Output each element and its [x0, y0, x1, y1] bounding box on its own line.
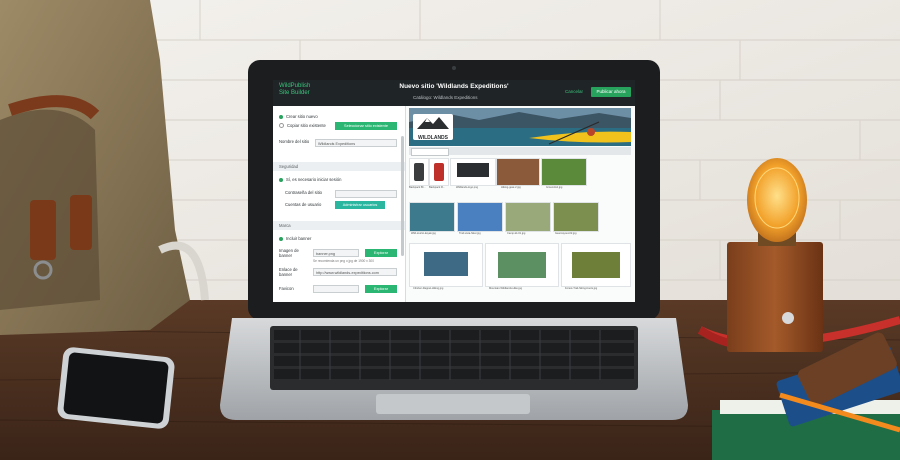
caption: Backpack Bl...: [409, 186, 426, 189]
thumb-kayak[interactable]: [409, 202, 455, 232]
option-existing-label: Copiar sitio existente: [287, 123, 326, 128]
caption: Backpack R...: [429, 186, 446, 189]
option-new-label: Crear sitio nuevo: [286, 114, 318, 119]
password-required-option[interactable]: Sí, es necesario iniciar sesión: [279, 177, 341, 182]
publish-button[interactable]: Publicar ahora: [591, 87, 631, 97]
favicon-label: Favicon: [279, 286, 294, 291]
thumb-hiking-gear[interactable]: [496, 158, 540, 186]
banner-image-label: Imagen de banner: [279, 248, 299, 258]
user-accounts-label: Cuentas de usuario: [285, 202, 322, 207]
thumb-forest-trail[interactable]: [561, 243, 631, 287]
logo-text: WILDLANDS: [418, 135, 448, 141]
section-security: Seguridad: [273, 162, 405, 171]
banner-image-field[interactable]: banner.png: [313, 249, 359, 257]
gallery-filter-select[interactable]: [411, 148, 449, 156]
include-banner-toggle[interactable]: Incluir banner: [279, 236, 311, 241]
caption: Trail-vista-hiker.jpg: [459, 232, 481, 235]
thumb-trail-vista[interactable]: [457, 202, 503, 232]
caption: Mountain-Wildlands-Hike.jpg: [489, 287, 523, 290]
caption: Wildlands-logo.png: [456, 186, 479, 189]
thumb-mountain-hike[interactable]: [485, 243, 559, 287]
caption: Ground-kit.jpg: [546, 186, 563, 189]
laptop-screen: WildPublish Site Builder Nuevo sitio 'Wi…: [273, 80, 635, 302]
banner-link-field[interactable]: http://www.wildlands-expeditions.com: [313, 268, 397, 276]
favicon-field[interactable]: [313, 285, 359, 293]
site-password-field[interactable]: [335, 190, 397, 198]
banner-browse-button[interactable]: Explorar: [365, 249, 397, 257]
option-new-site[interactable]: Crear sitio nuevo: [279, 114, 318, 119]
password-required-label: Sí, es necesario iniciar sesión: [286, 177, 342, 182]
banner-hint: Se recomienda un png o jpg de 1900 x 300: [313, 259, 374, 263]
radio-selected-icon: [279, 114, 283, 119]
trackpad: [376, 394, 530, 414]
preview-panel: WILDLANDS Backpack Bl... Backpack R... W…: [406, 106, 635, 302]
banner-link-label: Enlace de banner: [279, 267, 298, 277]
caption: Forest-Trail-hiking-boots.jpg: [565, 287, 598, 290]
thumb-ground-kit[interactable]: [541, 158, 587, 186]
app-topbar: WildPublish Site Builder Nuevo sitio 'Wi…: [273, 80, 635, 106]
manage-users-button[interactable]: Administrar usuarios: [335, 201, 385, 209]
brand-line2: Site Builder: [279, 90, 310, 96]
thumb-camp-kit[interactable]: [505, 202, 551, 232]
thumb-backpack-black[interactable]: [409, 158, 429, 186]
radio-empty-icon: [279, 123, 284, 129]
mountain-icon: [417, 117, 449, 129]
site-name-label: Nombre del sitio: [279, 139, 310, 144]
radio-selected-icon: [279, 177, 283, 182]
thumb-climber[interactable]: [409, 243, 483, 287]
existing-site-dropdown[interactable]: Seleccionar sitio existente: [335, 122, 397, 130]
wildlands-logo: WILDLANDS: [413, 114, 453, 141]
settings-panel: Crear sitio nuevo Copiar sitio existente…: [273, 106, 406, 302]
thumb-backpack-red[interactable]: [429, 158, 449, 186]
include-banner-label: Incluir banner: [286, 236, 312, 241]
favicon-browse-button[interactable]: Explorar: [365, 285, 397, 293]
caption: Hiking-gear-2.jpg: [501, 186, 521, 189]
cancel-button[interactable]: Cancelar: [565, 89, 583, 94]
banner-preview: WILDLANDS: [409, 108, 631, 146]
section-branding: Marca: [273, 221, 405, 230]
caption: Climber-Rappel-Hiking.jpg: [413, 287, 444, 290]
caption: Gear-layout-02.jpg: [555, 232, 577, 235]
thumb-wildlands-logo[interactable]: [450, 158, 496, 186]
radio-selected-icon: [279, 236, 283, 241]
settings-scrollbar[interactable]: [401, 136, 404, 256]
gallery-toolbar: [409, 147, 631, 156]
caption: Camp-kit-01.jpg: [507, 232, 526, 235]
site-name-field[interactable]: Wildlands Expeditions: [315, 139, 397, 147]
smartphone: [57, 347, 175, 429]
caption: Wild-tourist-kayak.jpg: [411, 232, 436, 235]
thumb-gear-layout[interactable]: [553, 202, 599, 232]
option-copy-site[interactable]: Copiar sitio existente: [279, 123, 326, 129]
site-password-label: Contraseña del sitio: [285, 190, 323, 195]
page-subtitle: Catálogo: Wildlands Expeditions: [413, 95, 478, 100]
